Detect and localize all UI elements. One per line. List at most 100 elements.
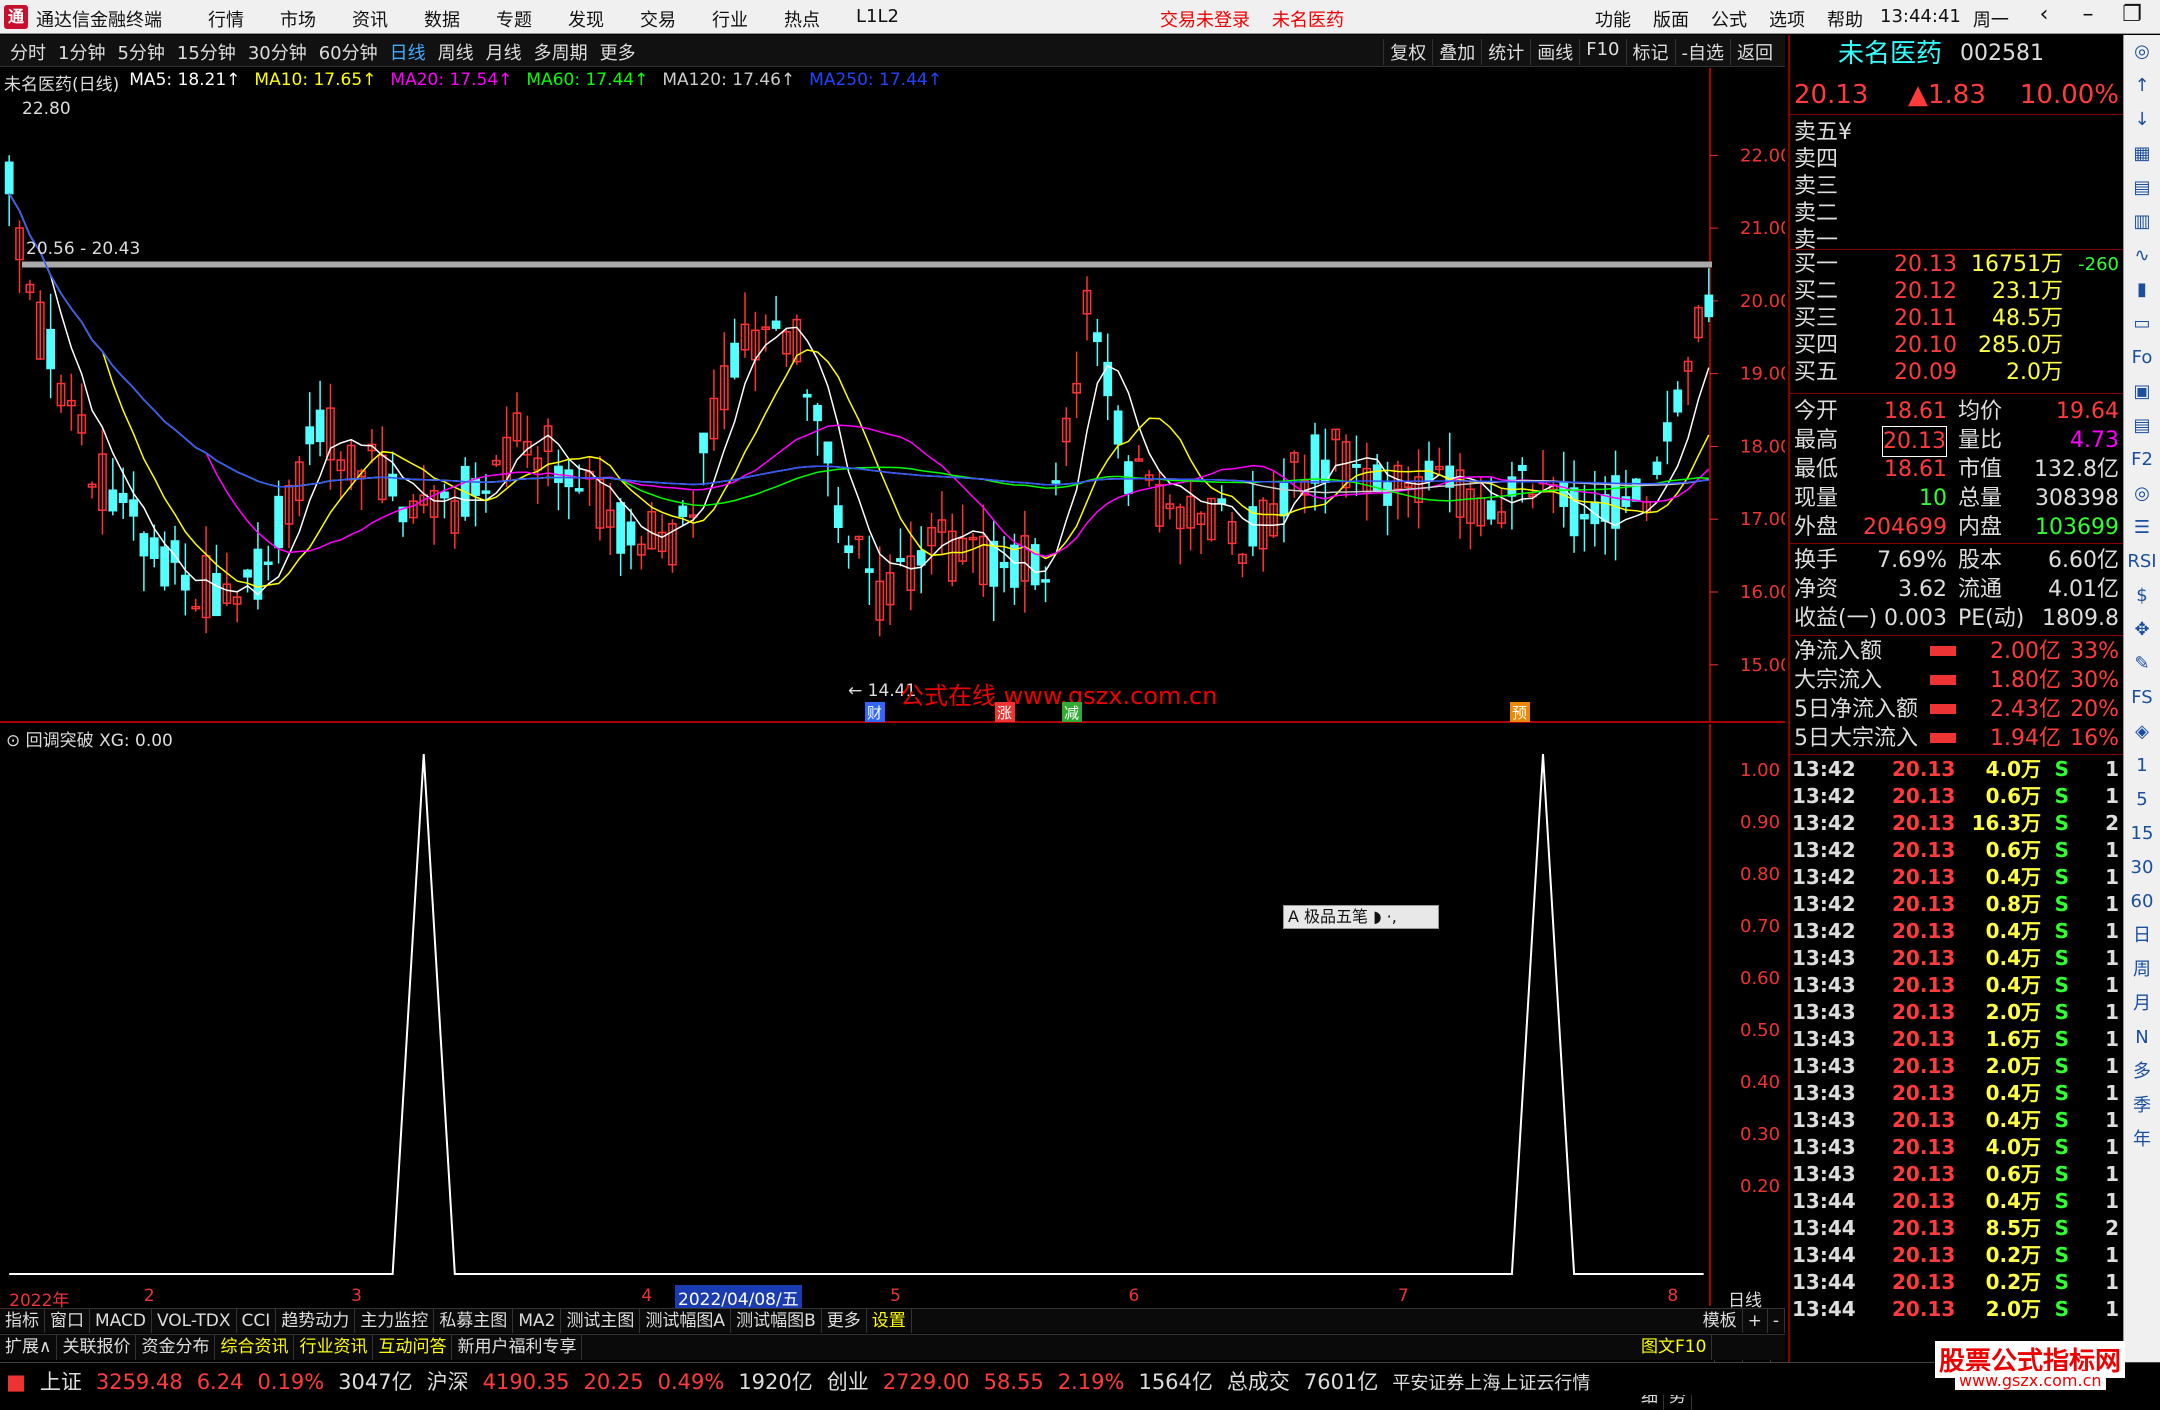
sidebar-button-22[interactable]: 5 [2124,783,2160,817]
right-menu-item-0[interactable]: 功能 [1595,6,1631,32]
sidebar-button-20[interactable]: ◈ [2124,715,2160,749]
menu-item-1[interactable]: 市场 [280,6,352,32]
indicator-tab-11[interactable]: 测试幅图B [731,1309,822,1333]
period-tab-2[interactable]: 5分钟 [111,39,170,65]
sidebar-button-0[interactable]: ◎ [2124,35,2160,69]
sidebar-button-28[interactable]: 月 [2124,987,2160,1021]
period-tab-6[interactable]: 日线 [384,39,432,65]
sidebar-button-32[interactable]: 年 [2124,1123,2160,1157]
sidebar-button-27[interactable]: 周 [2124,953,2160,987]
indicator-tab-2[interactable]: MACD [90,1309,152,1333]
tabs-right-0[interactable]: 模板 [1698,1309,1743,1333]
sidebar-button-17[interactable]: ✥ [2124,613,2160,647]
info-tab-4[interactable]: 行业资讯 [294,1335,374,1360]
period-tab-4[interactable]: 30分钟 [242,39,313,65]
sidebar-button-15[interactable]: RSI [2124,545,2160,579]
info-tab-5[interactable]: 互动问答 [373,1335,453,1360]
kline-chart[interactable]: 22.00 21.00 20.00 19.00 18.00 17.00 16.00 15.00… [0,68,1785,723]
indicator-tab-13[interactable]: 设置 [867,1309,912,1333]
period-tab-5[interactable]: 60分钟 [313,39,384,65]
sidebar-button-31[interactable]: 季 [2124,1089,2160,1123]
info-tab-0[interactable]: 扩展∧ [0,1335,58,1360]
sidebar-button-4[interactable]: ▤ [2124,171,2160,205]
menu-item-2[interactable]: 资讯 [352,6,424,32]
period-tab-3[interactable]: 15分钟 [171,39,242,65]
indicator-tab-6[interactable]: 主力监控 [355,1309,435,1333]
index-name[interactable]: 上证 [40,1370,82,1394]
tool-button-3[interactable]: 画线 [1530,39,1579,65]
indicator-tab-10[interactable]: 测试幅图A [640,1309,732,1333]
sidebar-button-6[interactable]: ∿ [2124,239,2160,273]
indicator-tab-3[interactable]: VOL-TDX [152,1309,237,1333]
indicator-tab-1[interactable]: 窗口 [45,1309,90,1333]
period-tab-8[interactable]: 月线 [480,39,528,65]
tool-button-0[interactable]: 复权 [1383,39,1432,65]
tool-button-7[interactable]: 返回 [1730,39,1779,65]
minimize-icon[interactable]: – [2066,2,2110,27]
tabs-right-1[interactable]: + [1743,1309,1768,1333]
sidebar-button-10[interactable]: ▣ [2124,375,2160,409]
sidebar-button-29[interactable]: N [2124,1021,2160,1055]
menu-item-0[interactable]: 行情 [208,6,280,32]
info-right-0[interactable]: 图文F10 [1636,1335,1713,1360]
indicator-tab-9[interactable]: 测试主图 [561,1309,641,1333]
back-icon[interactable]: ‹ [2022,2,2066,27]
sidebar-button-19[interactable]: FS [2124,681,2160,715]
tabs-right-2[interactable]: - [1768,1309,1785,1333]
sidebar-button-12[interactable]: F2 [2124,443,2160,477]
sidebar-button-8[interactable]: ▭ [2124,307,2160,341]
sidebar-button-24[interactable]: 30 [2124,851,2160,885]
period-tab-7[interactable]: 周线 [432,39,480,65]
indicator-tab-5[interactable]: 趋势动力 [276,1309,356,1333]
login-status[interactable]: 交易未登录 [1160,6,1250,32]
period-tab-10[interactable]: 更多 [594,39,642,65]
menu-item-9[interactable]: L1L2 [856,6,928,32]
ime-toolbar[interactable]: A 极品五笔 ◗ ·, [1283,905,1439,929]
tool-button-2[interactable]: 统计 [1481,39,1530,65]
sidebar-button-7[interactable]: ▮ [2124,273,2160,307]
sidebar-button-5[interactable]: ▥ [2124,205,2160,239]
period-tab-0[interactable]: 分时 [4,39,52,65]
right-menu-item-2[interactable]: 公式 [1711,6,1747,32]
period-tab-9[interactable]: 多周期 [528,39,594,65]
sidebar-button-25[interactable]: 60 [2124,885,2160,919]
info-tab-1[interactable]: 关联报价 [57,1335,137,1360]
close-icon[interactable]: ✕ [2154,2,2160,27]
menu-item-6[interactable]: 交易 [640,6,712,32]
right-menu-item-1[interactable]: 版面 [1653,6,1689,32]
index-name[interactable]: 沪深 [427,1370,469,1394]
sidebar-button-16[interactable]: $ [2124,579,2160,613]
menu-item-7[interactable]: 行业 [712,6,784,32]
right-menu-item-4[interactable]: 帮助 [1827,6,1863,32]
restore-icon[interactable]: ❐ [2110,2,2154,27]
index-name[interactable]: 创业 [827,1370,869,1394]
indicator-chart[interactable]: 1.00 0.90 0.80 0.70 0.60 0.50 0.40 0.30 0.20 [0,724,1785,1306]
info-tab-6[interactable]: 新用户福利专享 [452,1335,583,1360]
indicator-tab-12[interactable]: 更多 [822,1309,867,1333]
info-tab-3[interactable]: 综合资讯 [215,1335,295,1360]
sidebar-button-26[interactable]: 日 [2124,919,2160,953]
tool-button-5[interactable]: 标记 [1625,39,1675,65]
sidebar-button-1[interactable]: ↑ [2124,69,2160,103]
menu-item-5[interactable]: 发现 [568,6,640,32]
info-tab-2[interactable]: 资金分布 [136,1335,216,1360]
menu-item-4[interactable]: 专题 [496,6,568,32]
collapse-icon[interactable]: ⊙ [6,731,20,751]
menu-item-8[interactable]: 热点 [784,6,856,32]
sidebar-button-9[interactable]: Fo [2124,341,2160,375]
sidebar-button-11[interactable]: ▤ [2124,409,2160,443]
tool-button-6[interactable]: -自选 [1674,39,1731,65]
sidebar-button-14[interactable]: ☰ [2124,511,2160,545]
indicator-tab-8[interactable]: MA2 [513,1309,562,1333]
tool-button-1[interactable]: 叠加 [1432,39,1481,65]
sidebar-button-2[interactable]: ↓ [2124,103,2160,137]
menu-item-3[interactable]: 数据 [424,6,496,32]
sidebar-button-30[interactable]: 多 [2124,1055,2160,1089]
tool-button-4[interactable]: F10 [1579,39,1625,65]
sidebar-button-13[interactable]: ◎ [2124,477,2160,511]
period-tab-1[interactable]: 1分钟 [52,39,111,65]
indicator-tab-4[interactable]: CCI [237,1309,277,1333]
sidebar-button-18[interactable]: ✎ [2124,647,2160,681]
indicator-tab-7[interactable]: 私募主图 [434,1309,514,1333]
indicator-tab-0[interactable]: 指标 [0,1309,45,1333]
